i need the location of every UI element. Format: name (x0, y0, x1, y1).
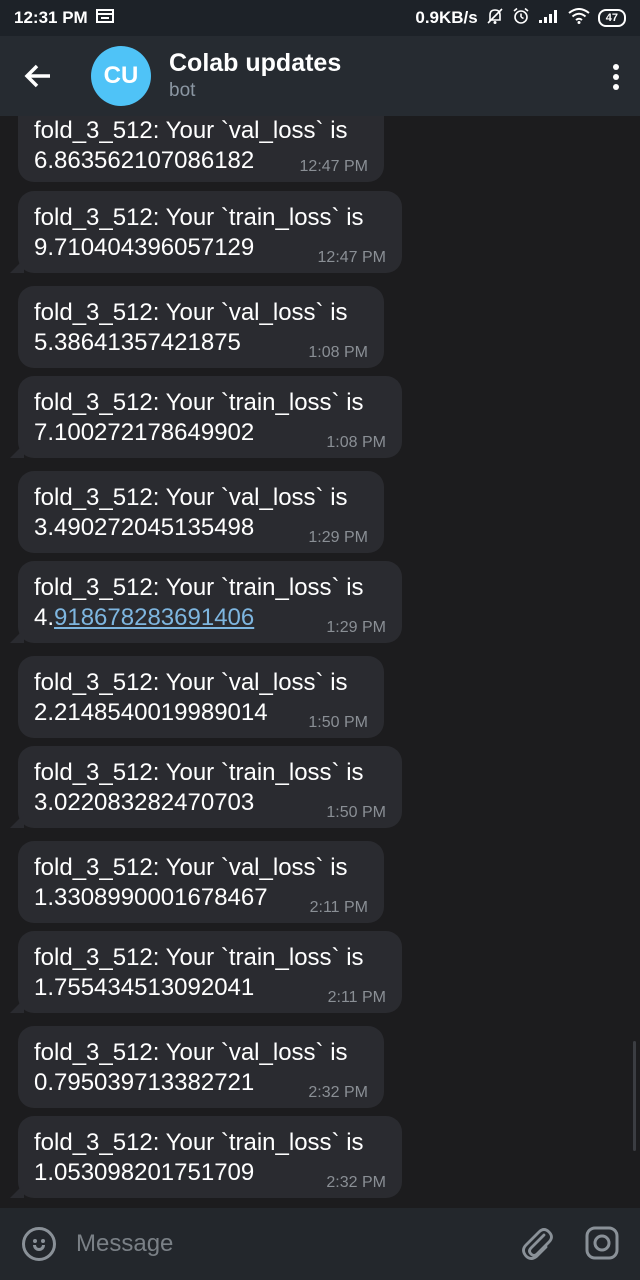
message-text: fold_3_512: Your `train_loss` is 1.75543… (34, 944, 364, 1001)
back-button[interactable] (0, 36, 76, 116)
message-text: fold_3_512: Your `val_loss` is 5.3864135… (34, 299, 348, 356)
notification-icon (95, 8, 114, 28)
wifi-icon (568, 7, 590, 29)
message-time: 1:29 PM (308, 529, 368, 546)
message-time: 1:50 PM (308, 714, 368, 731)
message-time: 12:47 PM (299, 158, 368, 175)
message-bubble[interactable]: fold_3_512: Your `val_loss` is 5.3864135… (18, 286, 384, 368)
message-text: fold_3_512: Your `val_loss` is 2.2148540… (34, 669, 348, 726)
message-text: fold_3_512: Your `train_loss` is 7.10027… (34, 389, 364, 446)
message-bubble[interactable]: fold_3_512: Your `train_loss` is 4.91867… (18, 561, 402, 643)
message-time: 2:11 PM (309, 899, 368, 916)
message-text: fold_3_512: Your `train_loss` is 3.02208… (34, 759, 364, 816)
message-text: fold_3_512: Your `train_loss` is 1.05309… (34, 1129, 364, 1186)
message-bubble[interactable]: fold_3_512: Your `train_loss` is 9.71040… (18, 191, 402, 273)
bubble-tail (10, 259, 24, 273)
status-time: 12:31 PM (14, 8, 88, 27)
message-time: 1:08 PM (308, 344, 368, 361)
message-time: 1:50 PM (326, 804, 386, 821)
message-input-bar: Message (0, 1208, 640, 1280)
message-bubble[interactable]: fold_3_512: Your `train_loss` is 1.05309… (18, 1116, 402, 1198)
bubble-tail (10, 444, 24, 458)
chat-title: Colab updates (169, 49, 342, 77)
emoji-icon[interactable] (22, 1227, 56, 1261)
message-bubble[interactable]: fold_3_512: Your `val_loss` is 2.2148540… (18, 656, 384, 738)
message-time: 2:11 PM (327, 989, 386, 1006)
avatar[interactable]: CU (91, 46, 151, 106)
message-bubble[interactable]: fold_3_512: Your `val_loss` is 0.7950397… (18, 1026, 384, 1108)
message-list[interactable]: fold_3_512: Your `val_loss` is 6.8635621… (0, 116, 640, 1208)
more-options-icon[interactable] (612, 64, 620, 90)
attach-icon[interactable] (520, 1226, 554, 1262)
message-time: 12:47 PM (317, 249, 386, 266)
message-bubble[interactable]: fold_3_512: Your `train_loss` is 7.10027… (18, 376, 402, 458)
message-text: fold_3_512: Your `train_loss` is 4.91867… (34, 574, 364, 631)
message-time: 2:32 PM (308, 1084, 368, 1101)
message-time: 1:08 PM (326, 434, 386, 451)
message-text: fold_3_512: Your `val_loss` is 1.3308990… (34, 854, 348, 911)
signal-icon (538, 8, 560, 28)
chat-title-block[interactable]: Colab updates bot (169, 48, 341, 104)
status-bar: 12:31 PM 0.9KB/s 47 (0, 0, 640, 36)
chat-subtitle: bot (169, 80, 196, 101)
message-time: 2:32 PM (326, 1174, 386, 1191)
message-bubble[interactable]: fold_3_512: Your `val_loss` is 1.3308990… (18, 841, 384, 923)
avatar-initials: CU (103, 62, 139, 89)
message-bubble[interactable]: fold_3_512: Your `val_loss` is 6.8635621… (18, 116, 384, 182)
back-arrow-icon (24, 64, 50, 88)
message-bubble[interactable]: fold_3_512: Your `train_loss` is 3.02208… (18, 746, 402, 828)
battery-indicator: 47 (597, 9, 626, 27)
status-left: 12:31 PM (14, 8, 114, 28)
scrollbar[interactable] (633, 1041, 636, 1151)
message-input[interactable]: Message (76, 1226, 173, 1262)
status-right: 0.9KB/s 47 (415, 7, 626, 30)
phone-link[interactable]: 918678283691406 (54, 604, 254, 631)
message-text: fold_3_512: Your `val_loss` is 0.7950397… (34, 1039, 348, 1096)
camera-icon[interactable] (585, 1226, 619, 1260)
message-bubble[interactable]: fold_3_512: Your `train_loss` is 1.75543… (18, 931, 402, 1013)
mute-icon (486, 7, 504, 30)
chat-header: CU Colab updates bot (0, 36, 640, 116)
message-bubble[interactable]: fold_3_512: Your `val_loss` is 3.4902720… (18, 471, 384, 553)
message-text: fold_3_512: Your `train_loss` is 9.71040… (34, 204, 364, 261)
network-speed: 0.9KB/s (415, 8, 478, 27)
alarm-icon (512, 7, 530, 30)
message-time: 1:29 PM (326, 619, 386, 636)
message-text: fold_3_512: Your `val_loss` is 3.4902720… (34, 484, 348, 541)
